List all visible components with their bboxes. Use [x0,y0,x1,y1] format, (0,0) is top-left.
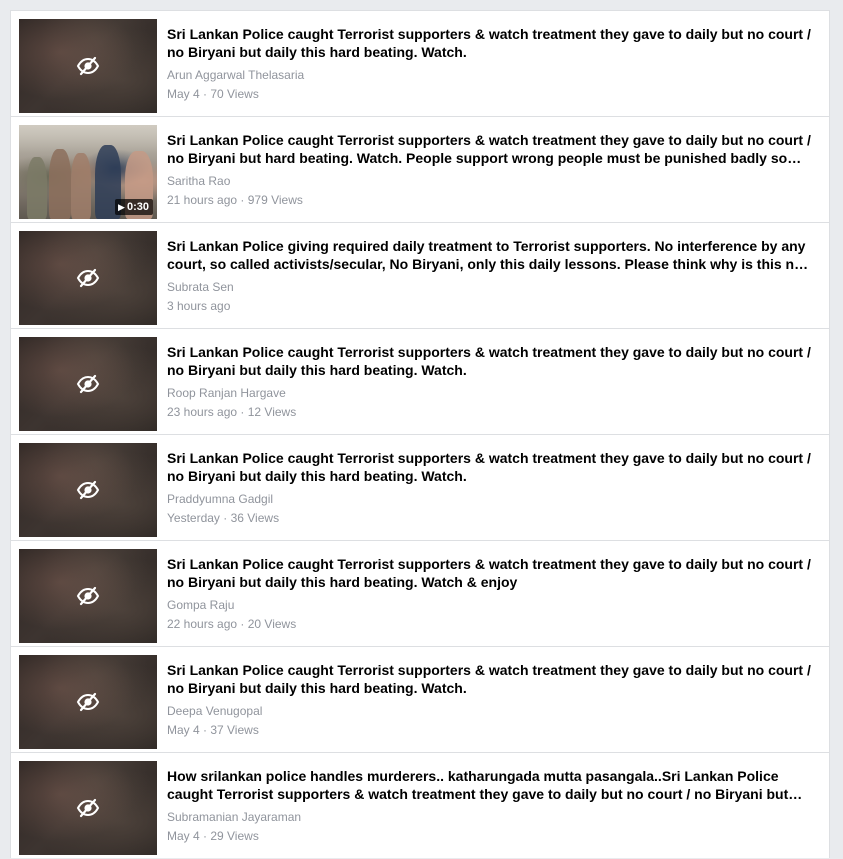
video-thumbnail[interactable] [19,19,157,113]
video-result-item-4[interactable]: Sri Lankan Police caught Terrorist suppo… [11,329,829,435]
video-thumbnail[interactable] [19,231,157,325]
video-author[interactable]: Roop Ranjan Hargave [167,385,817,401]
video-meta: May 4 · 70 Views [167,87,259,101]
video-info: Sri Lankan Police caught Terrorist suppo… [167,25,817,102]
hidden-content-eye-slash-icon[interactable] [76,796,100,820]
video-meta: 22 hours ago · 20 Views [167,617,297,631]
video-result-item-7[interactable]: Sri Lankan Police caught Terrorist suppo… [11,647,829,753]
video-title[interactable]: Sri Lankan Police caught Terrorist suppo… [167,555,817,591]
video-thumbnail[interactable] [19,443,157,537]
video-info: Sri Lankan Police caught Terrorist suppo… [167,449,817,526]
video-thumbnail[interactable] [19,549,157,643]
video-author[interactable]: Saritha Rao [167,173,817,189]
video-result-item-5[interactable]: Sri Lankan Police caught Terrorist suppo… [11,435,829,541]
video-thumbnail[interactable]: ▶ 0:30 [19,125,157,219]
video-duration: 0:30 [126,201,149,213]
thumbnail-figure [49,149,71,219]
video-meta: 3 hours ago [167,299,231,313]
video-result-item-1[interactable]: Sri Lankan Police caught Terrorist suppo… [11,11,829,117]
video-result-item-6[interactable]: Sri Lankan Police caught Terrorist suppo… [11,541,829,647]
video-meta: Yesterday · 36 Views [167,511,280,525]
video-thumbnail[interactable] [19,761,157,855]
video-meta: 23 hours ago · 12 Views [167,405,297,419]
video-title[interactable]: Sri Lankan Police caught Terrorist suppo… [167,449,817,485]
video-meta: 21 hours ago · 979 Views [167,193,303,207]
video-info: Sri Lankan Police giving required daily … [167,237,817,314]
video-info: Sri Lankan Police caught Terrorist suppo… [167,131,817,208]
video-thumbnail[interactable] [19,655,157,749]
hidden-content-eye-slash-icon[interactable] [76,54,100,78]
video-title[interactable]: Sri Lankan Police caught Terrorist suppo… [167,25,817,61]
thumbnail-figure [71,153,91,219]
video-author[interactable]: Arun Aggarwal Thelasaria [167,67,817,83]
video-meta: May 4 · 29 Views [167,829,259,843]
video-result-item-2[interactable]: ▶ 0:30 Sri Lankan Police caught Terrorist… [11,117,829,223]
video-author[interactable]: Subrata Sen [167,279,817,295]
video-title[interactable]: Sri Lankan Police caught Terrorist suppo… [167,131,817,167]
video-result-item-8[interactable]: How srilankan police handles murderers..… [11,753,829,859]
hidden-content-eye-slash-icon[interactable] [76,690,100,714]
video-results-list: Sri Lankan Police caught Terrorist suppo… [10,10,830,858]
thumbnail-figure [27,157,47,219]
hidden-content-eye-slash-icon[interactable] [76,266,100,290]
video-duration-badge: ▶ 0:30 [115,199,153,215]
video-info: Sri Lankan Police caught Terrorist suppo… [167,343,817,420]
hidden-content-eye-slash-icon[interactable] [76,584,100,608]
video-author[interactable]: Subramanian Jayaraman [167,809,817,825]
hidden-content-eye-slash-icon[interactable] [76,478,100,502]
video-result-item-3[interactable]: Sri Lankan Police giving required daily … [11,223,829,329]
hidden-content-eye-slash-icon[interactable] [76,372,100,396]
video-info: Sri Lankan Police caught Terrorist suppo… [167,661,817,738]
video-thumbnail[interactable] [19,337,157,431]
video-title[interactable]: How srilankan police handles murderers..… [167,767,817,803]
video-title[interactable]: Sri Lankan Police caught Terrorist suppo… [167,661,817,697]
video-author[interactable]: Gompa Raju [167,597,817,613]
video-title[interactable]: Sri Lankan Police giving required daily … [167,237,817,273]
video-title[interactable]: Sri Lankan Police caught Terrorist suppo… [167,343,817,379]
video-meta: May 4 · 37 Views [167,723,259,737]
video-info: Sri Lankan Police caught Terrorist suppo… [167,555,817,632]
video-author[interactable]: Deepa Venugopal [167,703,817,719]
video-author[interactable]: Praddyumna Gadgil [167,491,817,507]
play-icon: ▶ [118,202,125,212]
video-info: How srilankan police handles murderers..… [167,767,817,844]
